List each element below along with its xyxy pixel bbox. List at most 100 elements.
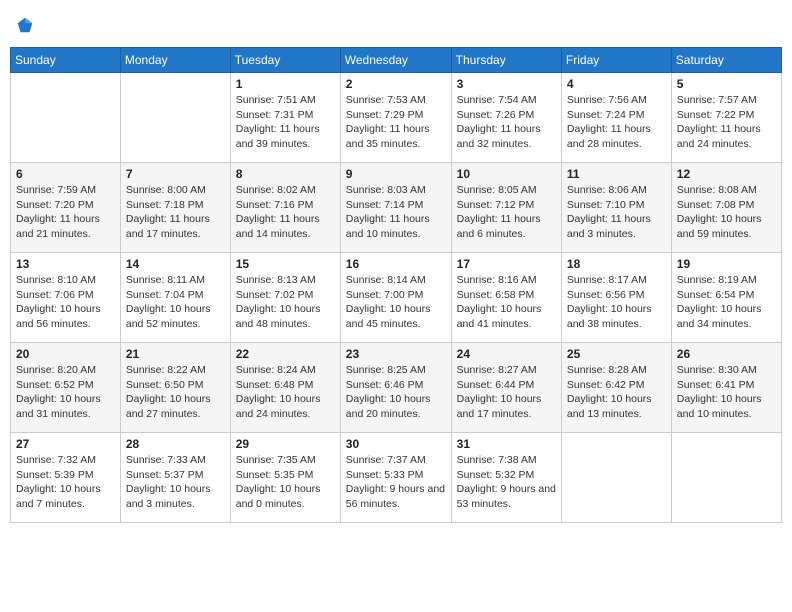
calendar-cell: 20 Sunrise: 8:20 AM Sunset: 6:52 PM Dayli…	[11, 343, 121, 433]
day-info: Sunrise: 8:22 AM Sunset: 6:50 PM Dayligh…	[126, 363, 225, 422]
day-number: 12	[677, 167, 776, 181]
calendar-cell: 25 Sunrise: 8:28 AM Sunset: 6:42 PM Dayli…	[561, 343, 671, 433]
calendar-cell	[671, 433, 781, 523]
day-number: 28	[126, 437, 225, 451]
day-info: Sunrise: 8:13 AM Sunset: 7:02 PM Dayligh…	[236, 273, 335, 332]
calendar-cell: 7 Sunrise: 8:00 AM Sunset: 7:18 PM Daylig…	[120, 163, 230, 253]
day-number: 15	[236, 257, 335, 271]
day-info: Sunrise: 7:59 AM Sunset: 7:20 PM Dayligh…	[16, 183, 115, 242]
week-row-1: 1 Sunrise: 7:51 AM Sunset: 7:31 PM Daylig…	[11, 73, 782, 163]
calendar-table: SundayMondayTuesdayWednesdayThursdayFrid…	[10, 47, 782, 523]
day-info: Sunrise: 8:27 AM Sunset: 6:44 PM Dayligh…	[457, 363, 556, 422]
weekday-header-sunday: Sunday	[11, 48, 121, 73]
calendar-cell: 21 Sunrise: 8:22 AM Sunset: 6:50 PM Dayli…	[120, 343, 230, 433]
day-number: 27	[16, 437, 115, 451]
day-info: Sunrise: 8:08 AM Sunset: 7:08 PM Dayligh…	[677, 183, 776, 242]
calendar-cell: 28 Sunrise: 7:33 AM Sunset: 5:37 PM Dayli…	[120, 433, 230, 523]
calendar-cell: 15 Sunrise: 8:13 AM Sunset: 7:02 PM Dayli…	[230, 253, 340, 343]
calendar-cell: 3Sunrise: 7:54 AM Sunset: 7:26 PM Daylig…	[451, 73, 561, 163]
calendar-cell: 27 Sunrise: 7:32 AM Sunset: 5:39 PM Dayli…	[11, 433, 121, 523]
day-info: Sunrise: 7:37 AM Sunset: 5:33 PM Dayligh…	[346, 453, 446, 512]
day-number: 31	[457, 437, 556, 451]
day-info: Sunrise: 8:25 AM Sunset: 6:46 PM Dayligh…	[346, 363, 446, 422]
week-row-2: 6 Sunrise: 7:59 AM Sunset: 7:20 PM Daylig…	[11, 163, 782, 253]
weekday-header-thursday: Thursday	[451, 48, 561, 73]
calendar-cell: 1 Sunrise: 7:51 AM Sunset: 7:31 PM Daylig…	[230, 73, 340, 163]
calendar-cell: 24 Sunrise: 8:27 AM Sunset: 6:44 PM Dayli…	[451, 343, 561, 433]
day-number: 5	[677, 77, 776, 91]
day-number: 17	[457, 257, 556, 271]
day-number: 4	[567, 77, 666, 91]
weekday-header-row: SundayMondayTuesdayWednesdayThursdayFrid…	[11, 48, 782, 73]
day-number: 2	[346, 77, 446, 91]
day-number: 10	[457, 167, 556, 181]
day-info: Sunrise: 7:32 AM Sunset: 5:39 PM Dayligh…	[16, 453, 115, 512]
day-info: Sunrise: 8:06 AM Sunset: 7:10 PM Dayligh…	[567, 183, 666, 242]
calendar-cell: 12 Sunrise: 8:08 AM Sunset: 7:08 PM Dayli…	[671, 163, 781, 253]
logo-icon	[16, 16, 34, 34]
day-info: Sunrise: 8:24 AM Sunset: 6:48 PM Dayligh…	[236, 363, 335, 422]
week-row-5: 27 Sunrise: 7:32 AM Sunset: 5:39 PM Dayli…	[11, 433, 782, 523]
day-info: Sunrise: 8:30 AM Sunset: 6:41 PM Dayligh…	[677, 363, 776, 422]
calendar-cell: 17Sunrise: 8:16 AM Sunset: 6:58 PM Dayli…	[451, 253, 561, 343]
day-info: Sunrise: 7:51 AM Sunset: 7:31 PM Dayligh…	[236, 93, 335, 152]
day-info: Sunrise: 7:38 AM Sunset: 5:32 PM Dayligh…	[457, 453, 556, 512]
calendar-cell: 31 Sunrise: 7:38 AM Sunset: 5:32 PM Dayli…	[451, 433, 561, 523]
week-row-3: 13 Sunrise: 8:10 AM Sunset: 7:06 PM Dayli…	[11, 253, 782, 343]
day-info: Sunrise: 8:28 AM Sunset: 6:42 PM Dayligh…	[567, 363, 666, 422]
day-number: 30	[346, 437, 446, 451]
day-number: 23	[346, 347, 446, 361]
weekday-header-friday: Friday	[561, 48, 671, 73]
day-info: Sunrise: 8:05 AM Sunset: 7:12 PM Dayligh…	[457, 183, 556, 242]
calendar-cell: 11 Sunrise: 8:06 AM Sunset: 7:10 PM Dayli…	[561, 163, 671, 253]
day-info: Sunrise: 7:35 AM Sunset: 5:35 PM Dayligh…	[236, 453, 335, 512]
day-number: 13	[16, 257, 115, 271]
calendar-cell: 10 Sunrise: 8:05 AM Sunset: 7:12 PM Dayli…	[451, 163, 561, 253]
weekday-header-wednesday: Wednesday	[340, 48, 451, 73]
day-info: Sunrise: 8:10 AM Sunset: 7:06 PM Dayligh…	[16, 273, 115, 332]
page-header	[10, 10, 782, 39]
day-number: 21	[126, 347, 225, 361]
day-number: 11	[567, 167, 666, 181]
calendar-cell	[120, 73, 230, 163]
calendar-cell	[561, 433, 671, 523]
day-number: 18	[567, 257, 666, 271]
calendar-cell: 13 Sunrise: 8:10 AM Sunset: 7:06 PM Dayli…	[11, 253, 121, 343]
day-info: Sunrise: 8:17 AM Sunset: 6:56 PM Dayligh…	[567, 273, 666, 332]
calendar-cell: 5 Sunrise: 7:57 AM Sunset: 7:22 PM Daylig…	[671, 73, 781, 163]
calendar-cell: 19Sunrise: 8:19 AM Sunset: 6:54 PM Dayli…	[671, 253, 781, 343]
calendar-cell: 29 Sunrise: 7:35 AM Sunset: 5:35 PM Dayli…	[230, 433, 340, 523]
day-info: Sunrise: 7:33 AM Sunset: 5:37 PM Dayligh…	[126, 453, 225, 512]
day-number: 9	[346, 167, 446, 181]
day-number: 1	[236, 77, 335, 91]
day-info: Sunrise: 7:56 AM Sunset: 7:24 PM Dayligh…	[567, 93, 666, 152]
day-number: 22	[236, 347, 335, 361]
calendar-cell: 22 Sunrise: 8:24 AM Sunset: 6:48 PM Dayli…	[230, 343, 340, 433]
day-number: 16	[346, 257, 446, 271]
calendar-cell: 14Sunrise: 8:11 AM Sunset: 7:04 PM Dayli…	[120, 253, 230, 343]
day-info: Sunrise: 8:14 AM Sunset: 7:00 PM Dayligh…	[346, 273, 446, 332]
day-number: 14	[126, 257, 225, 271]
weekday-header-monday: Monday	[120, 48, 230, 73]
calendar-cell: 30 Sunrise: 7:37 AM Sunset: 5:33 PM Dayli…	[340, 433, 451, 523]
day-info: Sunrise: 7:57 AM Sunset: 7:22 PM Dayligh…	[677, 93, 776, 152]
day-number: 24	[457, 347, 556, 361]
day-info: Sunrise: 7:53 AM Sunset: 7:29 PM Dayligh…	[346, 93, 446, 152]
calendar-cell: 2 Sunrise: 7:53 AM Sunset: 7:29 PM Daylig…	[340, 73, 451, 163]
calendar-cell: 8Sunrise: 8:02 AM Sunset: 7:16 PM Daylig…	[230, 163, 340, 253]
day-number: 20	[16, 347, 115, 361]
weekday-header-tuesday: Tuesday	[230, 48, 340, 73]
calendar-cell: 18 Sunrise: 8:17 AM Sunset: 6:56 PM Dayli…	[561, 253, 671, 343]
day-info: Sunrise: 8:00 AM Sunset: 7:18 PM Dayligh…	[126, 183, 225, 242]
day-info: Sunrise: 8:20 AM Sunset: 6:52 PM Dayligh…	[16, 363, 115, 422]
day-info: Sunrise: 7:54 AM Sunset: 7:26 PM Dayligh…	[457, 93, 556, 152]
logo	[16, 14, 36, 35]
day-number: 7	[126, 167, 225, 181]
calendar-cell: 16 Sunrise: 8:14 AM Sunset: 7:00 PM Dayli…	[340, 253, 451, 343]
day-number: 29	[236, 437, 335, 451]
day-info: Sunrise: 8:19 AM Sunset: 6:54 PM Dayligh…	[677, 273, 776, 332]
day-number: 25	[567, 347, 666, 361]
day-number: 6	[16, 167, 115, 181]
weekday-header-saturday: Saturday	[671, 48, 781, 73]
calendar-cell: 9Sunrise: 8:03 AM Sunset: 7:14 PM Daylig…	[340, 163, 451, 253]
